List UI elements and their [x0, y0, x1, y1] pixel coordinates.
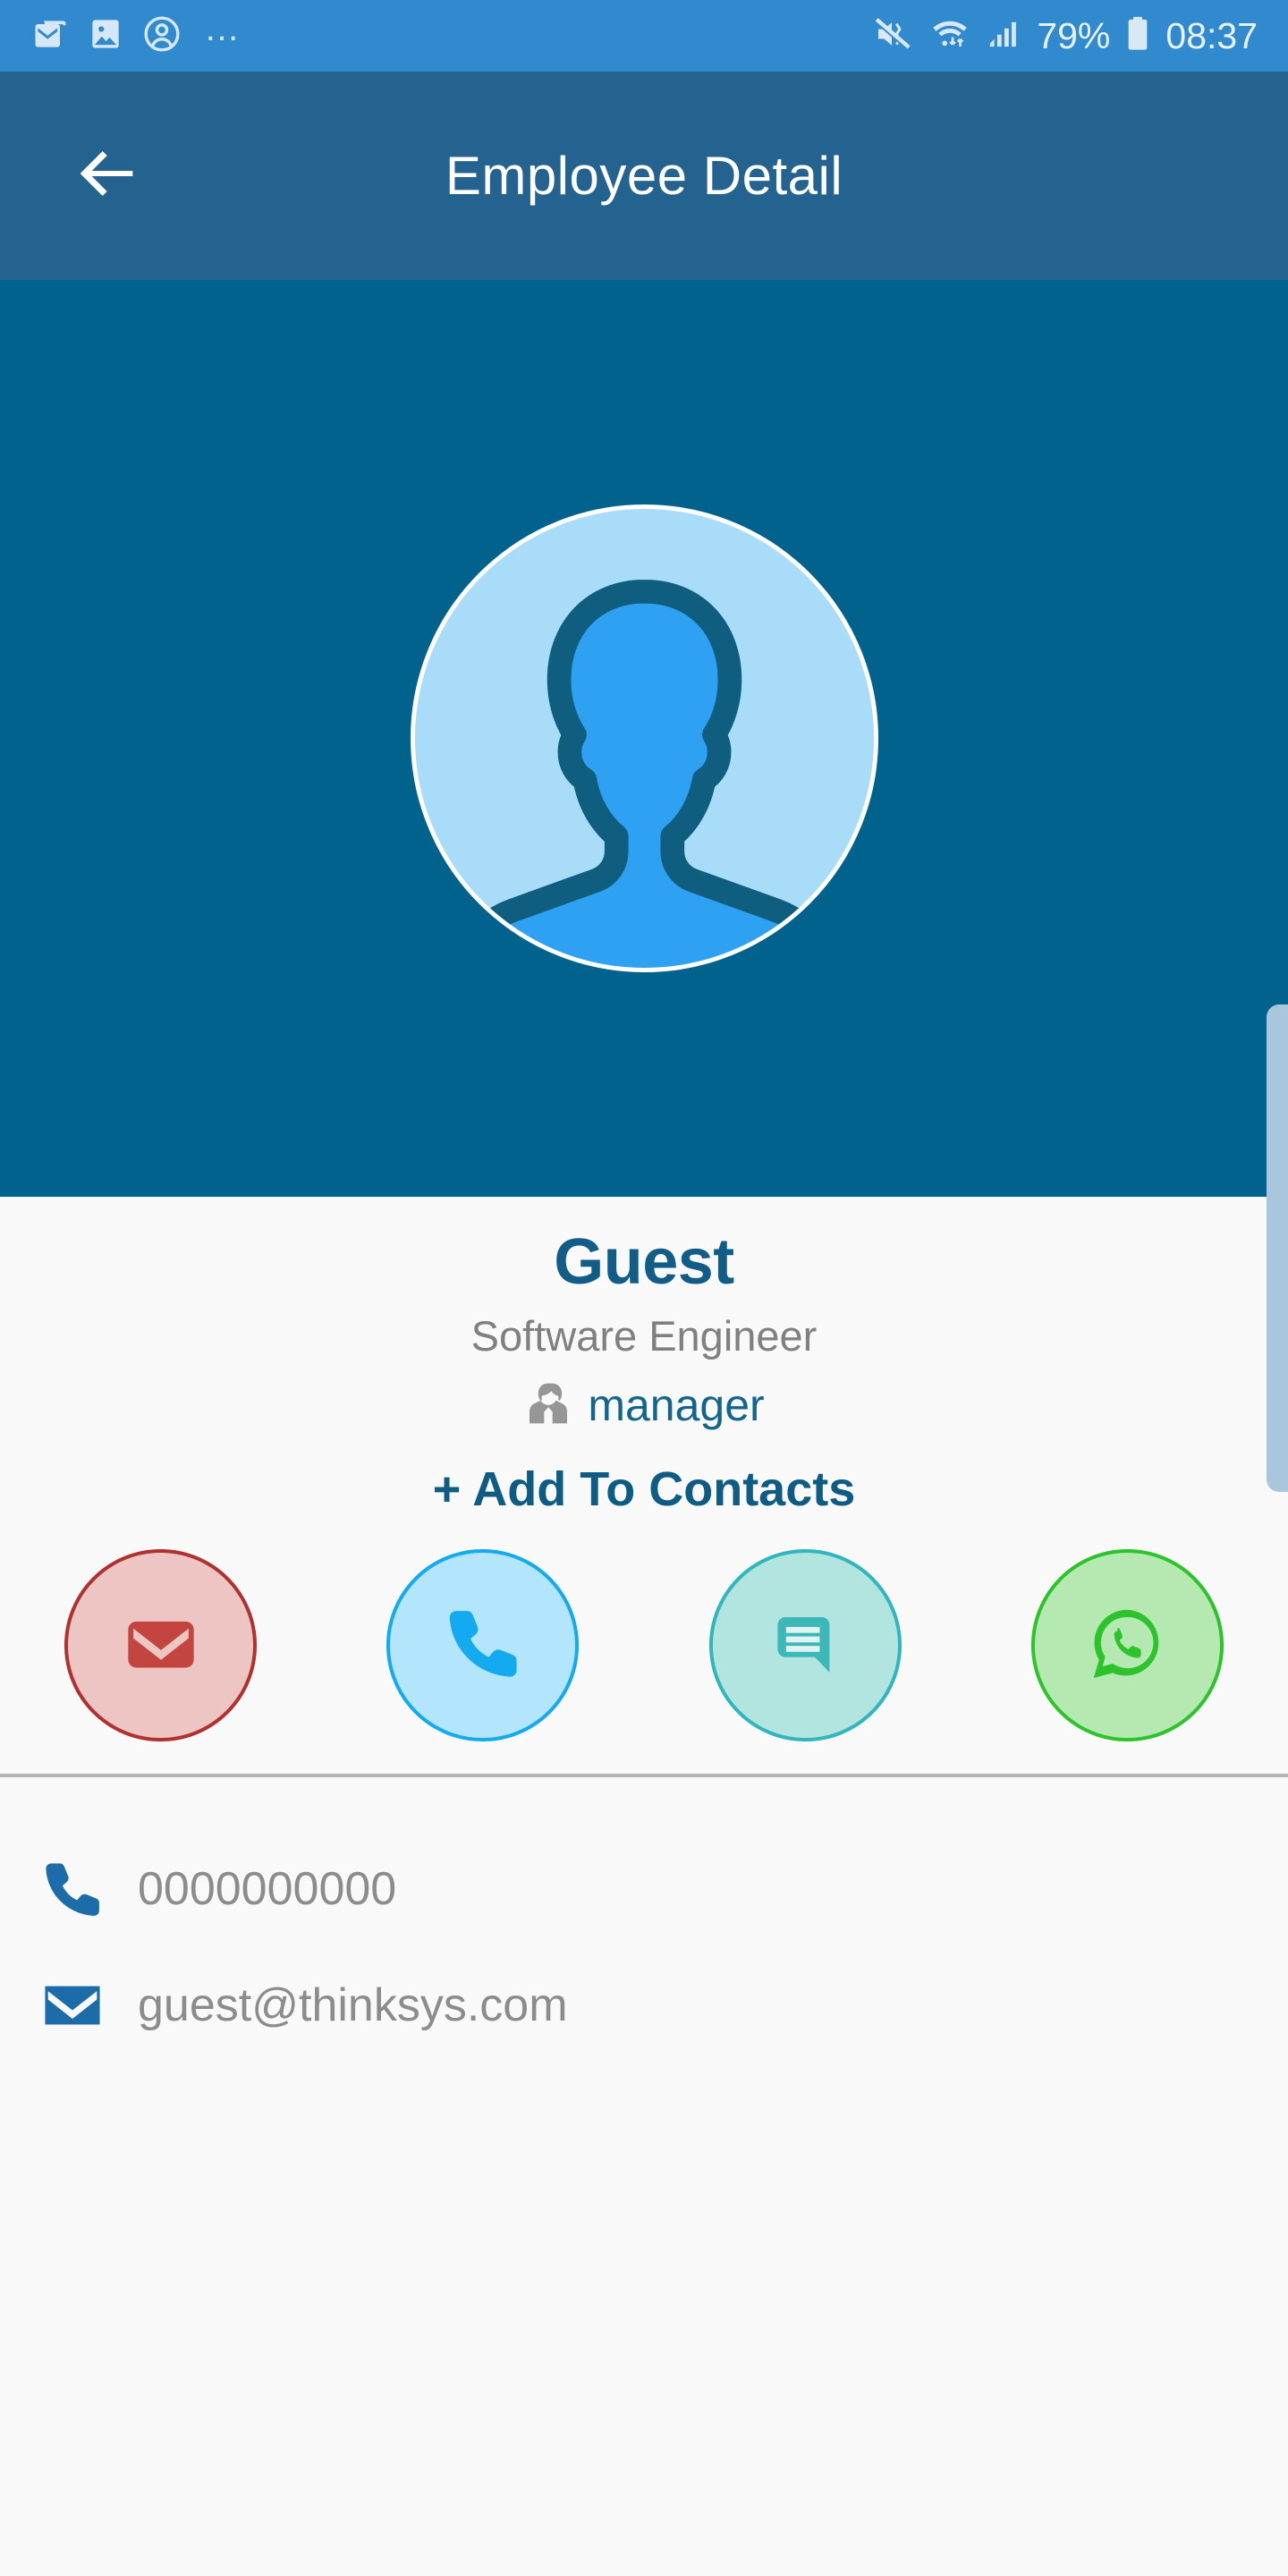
- wifi-icon: [928, 13, 972, 60]
- status-bar-right-icons: 79% 08:37: [872, 13, 1258, 60]
- employee-designation: Software Engineer: [470, 1311, 818, 1360]
- app-bar: Employee Detail: [0, 72, 1288, 280]
- avatar[interactable]: [410, 504, 878, 972]
- email-action-button[interactable]: [64, 1548, 257, 1741]
- contact-row-email[interactable]: guest@thinksys.com: [38, 1947, 1288, 2063]
- profile-section: Guest Software Engineer manager + Add To…: [0, 1197, 1288, 1517]
- manager-row[interactable]: manager: [0, 1378, 1288, 1433]
- clock-label: 08:37: [1165, 14, 1258, 56]
- battery-icon: [1123, 13, 1153, 59]
- phone-icon: [38, 1854, 123, 1924]
- phone-icon: [439, 1599, 527, 1691]
- whatsapp-icon: [1080, 1597, 1174, 1694]
- page-title: Employee Detail: [445, 146, 843, 206]
- whatsapp-action-button[interactable]: [1030, 1548, 1224, 1741]
- employee-name: Guest: [554, 1226, 734, 1298]
- status-bar[interactable]: … 79% 08:37: [0, 0, 1288, 72]
- phone-number-value: 0000000000: [138, 1862, 397, 1915]
- sms-action-button[interactable]: [708, 1548, 902, 1741]
- email-address-value: guest@thinksys.com: [138, 1979, 568, 2031]
- arrow-back-icon: [72, 138, 143, 214]
- contact-details-section: 0000000000 guest@thinksys.com: [0, 1777, 1288, 2063]
- avatar-banner: [0, 280, 1288, 1492]
- mute-vibrate-icon: [872, 13, 915, 60]
- mail-icon: [30, 14, 70, 58]
- person-placeholder-icon: [415, 509, 874, 968]
- more-icon: …: [204, 9, 242, 48]
- back-button[interactable]: [67, 136, 148, 216]
- contact-row-phone[interactable]: 0000000000: [38, 1831, 1288, 1947]
- account-circle-icon: [141, 13, 182, 59]
- signal-icon: [985, 14, 1024, 58]
- battery-percent-label: 79%: [1037, 14, 1111, 56]
- message-icon: [763, 1601, 847, 1690]
- call-action-button[interactable]: [386, 1548, 580, 1741]
- action-buttons-row: [0, 1548, 1288, 1741]
- scrollbar-thumb[interactable]: [1267, 1004, 1288, 1492]
- gallery-icon: [86, 14, 125, 58]
- manager-name: manager: [588, 1380, 765, 1431]
- email-icon: [38, 1970, 123, 2040]
- manager-person-icon: [523, 1378, 573, 1433]
- status-bar-left-icons: …: [30, 9, 872, 59]
- envelope-icon: [116, 1598, 206, 1692]
- add-to-contacts-button[interactable]: + Add To Contacts: [0, 1462, 1288, 1517]
